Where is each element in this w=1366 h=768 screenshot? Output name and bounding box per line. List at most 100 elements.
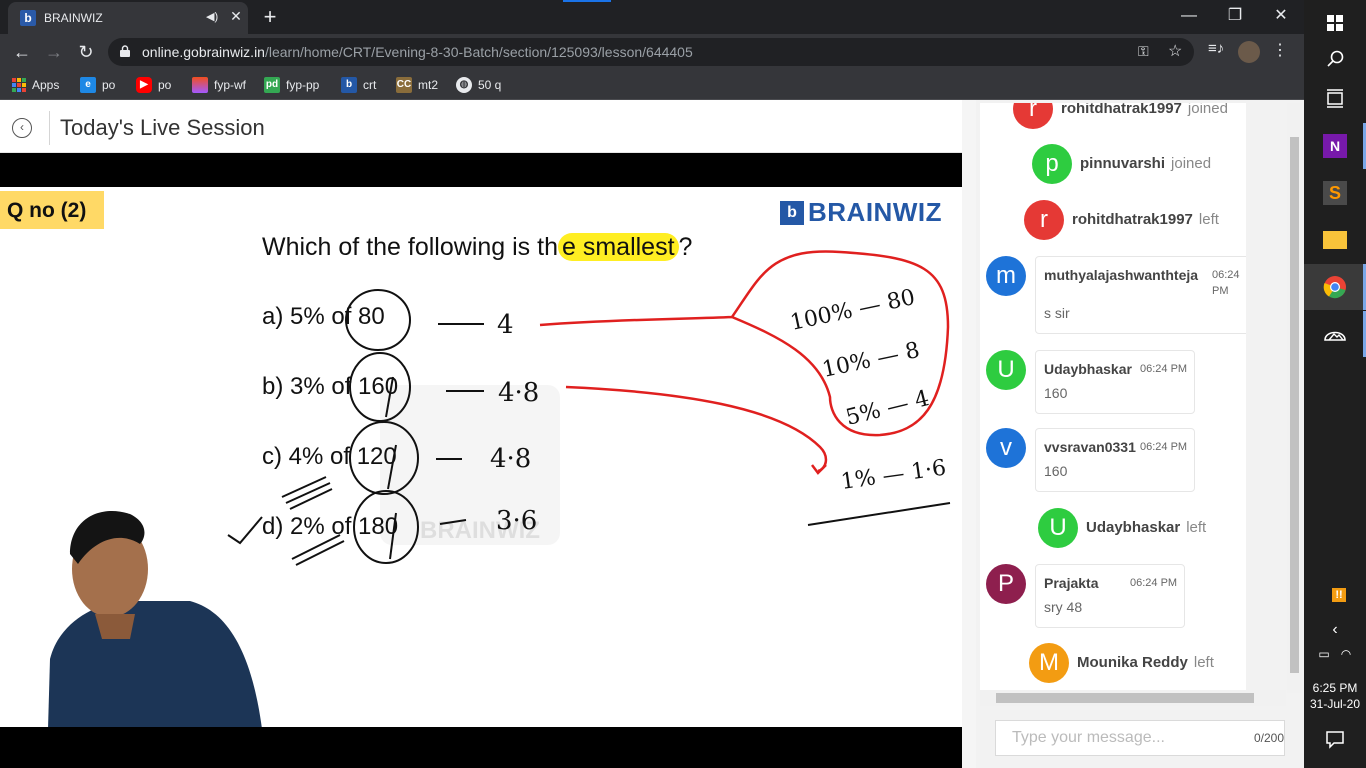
avatar: p [1032,144,1072,184]
media-control-icon[interactable]: ≡♪ [1208,40,1224,57]
avatar: U [986,350,1026,390]
bookmarks-bar: Apps e po ▶ po fyp-wf pd fyp-pp b crt CC… [0,70,1304,100]
new-tab-button[interactable]: + [258,4,282,30]
chat-scroll-thumb[interactable] [1290,137,1299,673]
cc-icon: CC [396,77,412,93]
action-center-icon [1326,731,1344,749]
pdf-icon: pd [264,77,280,93]
event-verb: left [1186,519,1207,536]
chrome-app[interactable] [1304,264,1366,310]
chat-panel: r rohitdhatrak1997 joined p pinnuvarshi jo… [962,100,1304,768]
system-tray[interactable]: ▭ ◠ [1304,642,1366,666]
event-user: rohitdhatrak1997 [1061,103,1182,117]
message-time: 06:24 PM [1212,269,1240,297]
notification-app[interactable]: !! [1304,586,1366,616]
url-path: /learn/home/CRT/Evening-8-30-Batch/secti… [264,44,693,60]
chat-event: rohitdhatrak1997 left [1072,211,1219,228]
wifi-icon: ◠ [1340,647,1352,661]
chat-message-list[interactable]: r rohitdhatrak1997 joined p pinnuvarshi jo… [980,103,1246,693]
avatar: v [986,428,1026,468]
bookmark-50q[interactable]: ◍ 50 q [456,76,501,94]
event-user: rohitdhatrak1997 [1072,211,1193,228]
taskbar-clock[interactable]: 6:25 PM 31-Jul-20 [1304,680,1366,712]
message-sender: Udaybhaskar [1044,361,1132,377]
window-close-button[interactable]: ✕ [1258,4,1304,30]
event-user: Mounika Reddy [1077,654,1188,671]
page-title: Today's Live Session [60,115,265,140]
star-icon[interactable]: ☆ [1168,41,1182,61]
page-scrollbar[interactable] [962,100,976,768]
brainwiz-favicon-icon: b [20,10,36,26]
event-user: pinnuvarshi [1080,155,1166,172]
apps-grid-icon [12,78,26,92]
task-view-icon [1327,89,1343,108]
back-circle-icon[interactable]: ‹ [12,118,32,138]
profile-avatar[interactable] [1238,41,1260,63]
show-hidden-icons[interactable]: ‹ [1304,618,1366,642]
back-arrow-icon[interactable]: ← [10,40,34,64]
url-host: online.gobrainwiz.in [142,44,265,60]
bookmark-crt[interactable]: b crt [341,76,376,94]
kebab-menu-icon[interactable]: ⋮ [1272,40,1288,60]
action-center-button[interactable] [1304,716,1366,762]
photos-app[interactable] [1304,311,1366,357]
chat-vertical-scrollbar[interactable] [1287,103,1302,693]
browser-tab[interactable]: b BRAINWIZ ◀) ✕ [8,2,248,34]
speaker-icon[interactable]: ◀) [206,10,218,23]
task-view-button[interactable] [1304,76,1366,122]
message-sender: muthyalajashwanthteja [1044,267,1199,283]
chevron-left-icon: ‹ [1332,621,1338,638]
battery-icon: ▭ [1318,647,1330,661]
message-time: 06:24 PM [1140,363,1188,375]
message-time: 06:24 PM [1130,577,1178,589]
globe-icon: ◍ [456,77,472,93]
bookmark-label: fyp-pp [286,78,320,92]
bookmark-label: fyp-wf [214,78,247,92]
browser-titlebar: b BRAINWIZ ◀) ✕ + — ❐ ✕ [0,0,1304,34]
live-video-player[interactable]: Q no (2) b BRAINWIZ Which of the followi… [0,153,962,768]
chat-horizontal-scrollbar[interactable] [980,690,1286,706]
youtube-icon: ▶ [136,77,152,93]
working-line-3: 5% — 4 [843,386,931,431]
lock-icon[interactable] [120,45,130,57]
address-bar[interactable]: online.gobrainwiz.in/learn/home/CRT/Even… [108,38,1194,66]
avatar: U [1038,508,1078,548]
chat-event: Mounika Reddy left [1077,654,1214,671]
reload-icon[interactable]: ↻ [74,40,98,64]
bookmark-label: po [102,78,116,92]
chat-message: vvsravan0331 06:24 PM 160 [1035,428,1195,492]
figma-icon [192,77,208,93]
bookmark-fyp-pp[interactable]: pd fyp-pp [264,76,319,94]
answer-c: 4·8 [490,444,531,474]
answer-a: 4 [497,310,514,340]
working-line-2: 10% — 8 [820,338,922,383]
windows-start-icon [1327,15,1343,31]
page-header: ‹ Today's Live Session [0,103,962,153]
working-line-4: 1% — 1·6 [839,455,947,494]
message-time: 06:24 PM [1140,441,1188,453]
bookmark-apps[interactable]: Apps [12,76,59,94]
bookmark-po-youtube[interactable]: ▶ po [136,76,171,94]
event-verb: joined [1171,155,1212,172]
bookmark-fyp-wf[interactable]: fyp-wf [192,76,246,94]
maximize-button[interactable]: ❐ [1212,4,1258,30]
file-explorer-app[interactable] [1304,217,1366,263]
url-text[interactable]: online.gobrainwiz.in/learn/home/CRT/Even… [142,44,693,60]
minimize-button[interactable]: — [1166,4,1212,30]
sublime-app[interactable]: S [1304,170,1366,216]
close-icon[interactable]: ✕ [228,8,244,25]
avatar: m [986,256,1026,296]
message-input[interactable] [996,721,1236,755]
chrome-icon [1323,276,1346,299]
windows-taskbar: N S !! ‹ ▭ ◠ 6:25 PM 31-Jul-20 [1304,0,1366,768]
lesson-slide: Q no (2) b BRAINWIZ Which of the followi… [0,187,962,727]
bookmark-po-edge[interactable]: e po [80,76,115,94]
forward-arrow-icon[interactable]: → [42,40,66,64]
message-sender: Prajakta [1044,575,1099,591]
char-counter: 0/200 [1254,731,1285,745]
key-icon[interactable]: ⚿ [1138,43,1149,60]
bookmark-mt2[interactable]: CC mt2 [396,76,438,94]
chat-hscroll-thumb[interactable] [996,693,1254,703]
onenote-app[interactable]: N [1304,123,1366,169]
warning-badge-icon: !! [1332,588,1346,602]
